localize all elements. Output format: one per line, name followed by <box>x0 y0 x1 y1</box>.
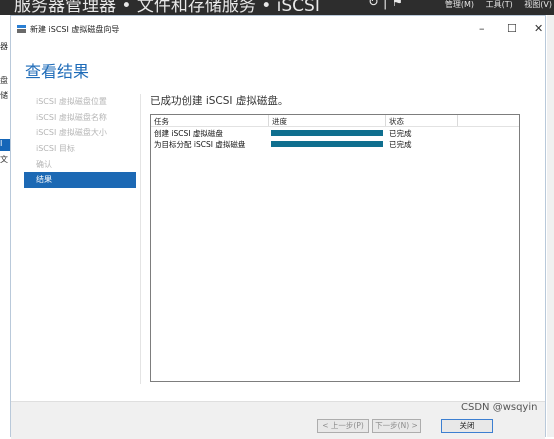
step-size: iSCSI 虚拟磁盘大小 <box>36 128 107 138</box>
results-table[interactable]: 任务 进度 状态 创建 iSCSI 虚拟磁盘 已完成 为目标分配 iSCSI 虚… <box>150 114 520 382</box>
sidebar-fragment[interactable]: 盘 <box>0 75 8 86</box>
refresh-icon[interactable]: ↻ | ⚑ <box>368 0 403 10</box>
disk-wizard-icon <box>17 25 26 33</box>
minimize-icon[interactable]: – <box>479 22 485 35</box>
column-divider[interactable] <box>268 115 269 126</box>
menu-tools[interactable]: 工具(T) <box>486 0 513 9</box>
previous-button[interactable]: < 上一步(P) <box>317 419 369 433</box>
maximize-icon[interactable]: ☐ <box>507 22 517 35</box>
watermark: CSDN @wsqyin <box>461 402 538 413</box>
wizard-steps: iSCSI 虚拟磁盘位置 iSCSI 虚拟磁盘名称 iSCSI 虚拟磁盘大小 i… <box>24 94 136 189</box>
server-manager-menus: 管理(M) 工具(T) 视图(V) <box>436 0 552 10</box>
sidebar-fragment-selected[interactable]: I <box>0 139 10 151</box>
wizard-titlebar[interactable]: 新建 iSCSI 虚拟磁盘向导 – ☐ ✕ <box>11 16 545 41</box>
column-divider[interactable] <box>457 115 458 126</box>
step-target: iSCSI 目标 <box>36 144 75 154</box>
column-status[interactable]: 状态 <box>389 116 404 127</box>
column-divider[interactable] <box>385 115 386 126</box>
table-header: 任务 进度 状态 <box>151 115 519 127</box>
iscsi-wizard-window: 新建 iSCSI 虚拟磁盘向导 – ☐ ✕ 查看结果 iSCSI 虚拟磁盘位置 … <box>10 15 546 439</box>
sidebar-fragment[interactable]: 储 <box>0 90 8 101</box>
nav-divider <box>140 94 141 384</box>
progress-bar <box>271 141 383 147</box>
menu-manage[interactable]: 管理(M) <box>445 0 474 9</box>
task-cell: 为目标分配 iSCSI 虚拟磁盘 <box>154 140 246 149</box>
success-message: 已成功创建 iSCSI 虚拟磁盘。 <box>150 95 289 107</box>
wizard-title: 新建 iSCSI 虚拟磁盘向导 <box>30 25 120 34</box>
server-manager-edge <box>547 15 554 437</box>
close-icon[interactable]: ✕ <box>534 22 543 35</box>
step-confirm: 确认 <box>36 159 52 169</box>
next-button[interactable]: 下一步(N) > <box>372 419 421 433</box>
status-cell: 已完成 <box>389 140 412 149</box>
column-progress[interactable]: 进度 <box>272 116 287 127</box>
close-button[interactable]: 关闭 <box>441 419 493 433</box>
breadcrumb: 服务器管理器 • 文件和存储服务 • iSCSI <box>14 0 320 15</box>
table-row[interactable]: 为目标分配 iSCSI 虚拟磁盘 已完成 <box>151 138 519 149</box>
step-results: 结果 <box>24 172 136 189</box>
progress-bar <box>271 130 383 136</box>
step-name: iSCSI 虚拟磁盘名称 <box>36 112 107 122</box>
page-title: 查看结果 <box>25 62 90 81</box>
step-location: iSCSI 虚拟磁盘位置 <box>36 97 107 106</box>
sidebar-fragment[interactable]: 文 <box>0 154 8 165</box>
column-task[interactable]: 任务 <box>154 116 169 127</box>
table-row[interactable]: 创建 iSCSI 虚拟磁盘 已完成 <box>151 127 519 138</box>
menu-view[interactable]: 视图(V) <box>524 0 552 9</box>
server-manager-titlebar: 服务器管理器 • 文件和存储服务 • iSCSI ↻ | ⚑ 管理(M) 工具(… <box>0 0 554 15</box>
sidebar-fragment[interactable]: 器 <box>0 41 8 52</box>
